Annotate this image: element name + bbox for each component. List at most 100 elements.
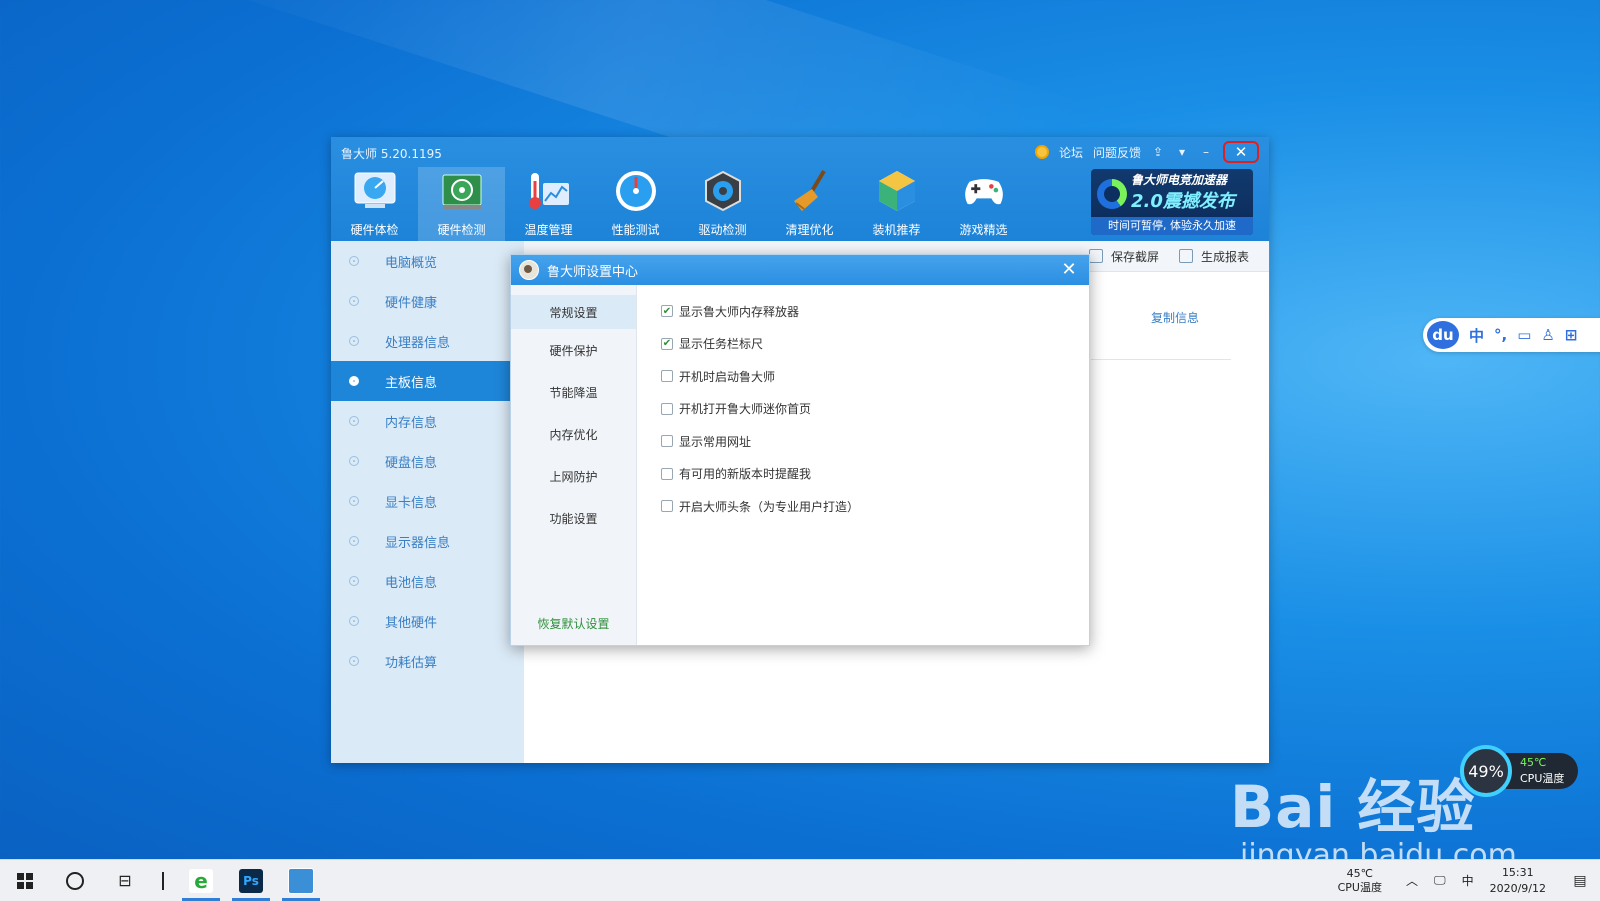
search-button[interactable] — [50, 860, 100, 901]
checkbox[interactable] — [661, 500, 673, 513]
feedback-link[interactable]: 问题反馈 — [1093, 144, 1141, 161]
dialog-title: 鲁大师设置中心 — [547, 264, 639, 280]
start-button[interactable] — [0, 860, 50, 901]
tool-build-recommend[interactable]: 装机推荐 — [853, 167, 940, 241]
restore-defaults-link[interactable]: 恢复默认设置 — [511, 615, 636, 632]
option-start-on-boot[interactable]: 开机时启动鲁大师 — [661, 360, 859, 393]
sidebar-item-memory[interactable]: 内存信息 — [331, 401, 524, 441]
checkbox[interactable]: ✔ — [661, 337, 673, 350]
speedometer-icon — [353, 169, 397, 213]
task-view-icon: ⊟ — [118, 871, 132, 890]
settings-tab-memory[interactable]: 内存优化 — [511, 413, 636, 455]
cube-icon — [875, 169, 919, 213]
broom-icon — [788, 169, 832, 213]
watermark-logo: Bai 经验 — [1230, 773, 1476, 841]
skin-icon[interactable]: ⇪ — [1151, 145, 1165, 159]
settings-tab-power-saving[interactable]: 节能降温 — [511, 371, 636, 413]
close-button[interactable]: ✕ — [1223, 141, 1259, 163]
app-logo-icon — [519, 260, 539, 280]
sidebar-item-monitor[interactable]: 显示器信息 — [331, 521, 524, 561]
tray-expand-icon[interactable]: ︿ — [1406, 872, 1418, 889]
save-screenshot-button[interactable]: 保存截屏 — [1088, 248, 1159, 265]
sidebar-item-power[interactable]: 功耗估算 — [331, 641, 524, 681]
option-mini-homepage[interactable]: 开机打开鲁大师迷你首页 — [661, 393, 859, 426]
settings-options: ✔ 显示鲁大师内存释放器 ✔ 显示任务栏标尺 开机时启动鲁大师 开机打开鲁大师迷你首… — [661, 295, 859, 523]
taskbar-app-ludashi[interactable] — [276, 860, 326, 901]
option-taskbar-ruler[interactable]: ✔ 显示任务栏标尺 — [661, 328, 859, 361]
forum-link[interactable]: 论坛 — [1059, 144, 1083, 161]
accelerator-logo-icon — [1097, 179, 1127, 209]
ime-punctuation-toggle[interactable]: °, — [1494, 326, 1507, 344]
bullet-icon — [349, 536, 359, 546]
ime-grid-icon[interactable]: ⊞ — [1565, 326, 1578, 344]
baidu-ime-logo[interactable]: du — [1427, 321, 1459, 349]
sidebar-item-motherboard[interactable]: 主板信息 — [331, 361, 524, 401]
checkbox[interactable]: ✔ — [661, 305, 673, 318]
copy-info-link[interactable]: 复制信息 — [1151, 309, 1199, 326]
checkbox[interactable] — [661, 370, 673, 383]
bullet-icon — [349, 496, 359, 506]
generate-report-button[interactable]: 生成报表 — [1178, 248, 1249, 265]
option-memory-releaser[interactable]: ✔ 显示鲁大师内存释放器 — [661, 295, 859, 328]
taskbar-app-browser[interactable]: e — [176, 860, 226, 901]
tool-cleanup[interactable]: 清理优化 — [766, 167, 853, 241]
tool-label: 硬件检测 — [437, 223, 486, 237]
gamepad-icon — [962, 169, 1006, 213]
checkbox[interactable] — [661, 435, 673, 448]
banner-tagline: 时间可暂停, 体验永久加速 — [1091, 217, 1253, 235]
title-bar: 鲁大师 5.20.1195 论坛 问题反馈 ⇪ ▾ – ✕ 硬件体检 硬件检测 — [331, 137, 1269, 241]
dialog-close-button[interactable]: ✕ — [1059, 259, 1079, 280]
settings-tab-hardware-protect[interactable]: 硬件保护 — [511, 329, 636, 371]
tool-hardware-detect[interactable]: 硬件检测 — [418, 167, 505, 241]
option-headlines[interactable]: 开启大师头条（为专业用户打造） — [661, 490, 859, 523]
checkbox[interactable] — [661, 467, 673, 480]
tool-performance[interactable]: 性能测试 — [592, 167, 679, 241]
option-update-reminder[interactable]: 有可用的新版本时提醒我 — [661, 458, 859, 491]
sidebar-item-gpu[interactable]: 显卡信息 — [331, 481, 524, 521]
notification-center-icon[interactable]: ▤ — [1560, 860, 1600, 901]
tray-lang-icon[interactable]: 中 — [1462, 872, 1474, 889]
tool-label: 温度管理 — [524, 223, 573, 237]
taskbar-separator — [162, 871, 164, 890]
ime-user-icon[interactable]: ♙ — [1541, 326, 1554, 344]
sidebar: 电脑概览 硬件健康 处理器信息 主板信息 内存信息 硬盘信息 显卡信息 显示器信… — [331, 241, 524, 763]
ime-mode-toggle[interactable]: 中 — [1469, 325, 1484, 346]
main-toolbar: 硬件体检 硬件检测 温度管理 性能测试 驱动检测 清理优化 装机推荐 游戏精选 — [331, 167, 1027, 241]
sidebar-item-disk[interactable]: 硬盘信息 — [331, 441, 524, 481]
tool-hardware-checkup[interactable]: 硬件体检 — [331, 167, 418, 241]
tool-temperature[interactable]: 温度管理 — [505, 167, 592, 241]
tool-label: 硬件体检 — [350, 223, 399, 237]
tray-cpu-temp[interactable]: 45℃ CPU温度 — [1338, 867, 1382, 895]
cpu-temp-label: CPU温度 — [1520, 772, 1565, 785]
sidebar-item-overview[interactable]: 电脑概览 — [331, 241, 524, 281]
search-icon — [66, 871, 84, 890]
checkbox[interactable] — [661, 402, 673, 415]
network-icon[interactable]: 🖵 — [1434, 873, 1446, 888]
minimize-button[interactable]: – — [1199, 145, 1213, 159]
option-common-urls[interactable]: 显示常用网址 — [661, 425, 859, 458]
sidebar-item-other[interactable]: 其他硬件 — [331, 601, 524, 641]
dialog-title-bar: 鲁大师设置中心 ✕ — [511, 255, 1089, 285]
system-tray: 45℃ CPU温度 ︿ 🖵 中 15:31 2020/9/12 ▤ — [1338, 860, 1600, 901]
taskbar: ⊟ e Ps 45℃ CPU温度 ︿ 🖵 中 15:31 2020/9/12 ▤ — [0, 859, 1600, 901]
tool-driver[interactable]: 驱动检测 — [679, 167, 766, 241]
settings-tab-general[interactable]: 常规设置 — [511, 295, 636, 329]
taskbar-app-photoshop[interactable]: Ps — [226, 860, 276, 901]
tool-games[interactable]: 游戏精选 — [940, 167, 1027, 241]
settings-tab-web-protect[interactable]: 上网防护 — [511, 455, 636, 497]
ime-keyboard-icon[interactable]: ▭ — [1517, 326, 1531, 344]
menu-dropdown-icon[interactable]: ▾ — [1175, 145, 1189, 159]
medal-icon[interactable] — [1034, 145, 1049, 159]
accelerator-banner[interactable]: 鲁大师电竞加速器 2.0震撼发布 时间可暂停, 体验永久加速 — [1091, 169, 1253, 235]
bullet-icon — [349, 296, 359, 306]
bullet-icon — [349, 576, 359, 586]
taskbar-clock[interactable]: 15:31 2020/9/12 — [1490, 865, 1546, 897]
sidebar-item-battery[interactable]: 电池信息 — [331, 561, 524, 601]
settings-tab-features[interactable]: 功能设置 — [511, 497, 636, 539]
bullet-icon — [349, 656, 359, 666]
task-view-button[interactable]: ⊟ — [100, 860, 150, 901]
sidebar-item-cpu[interactable]: 处理器信息 — [331, 321, 524, 361]
sidebar-item-health[interactable]: 硬件健康 — [331, 281, 524, 321]
bullet-icon — [349, 376, 359, 386]
settings-nav: 常规设置 硬件保护 节能降温 内存优化 上网防护 功能设置 恢复默认设置 — [511, 285, 637, 645]
